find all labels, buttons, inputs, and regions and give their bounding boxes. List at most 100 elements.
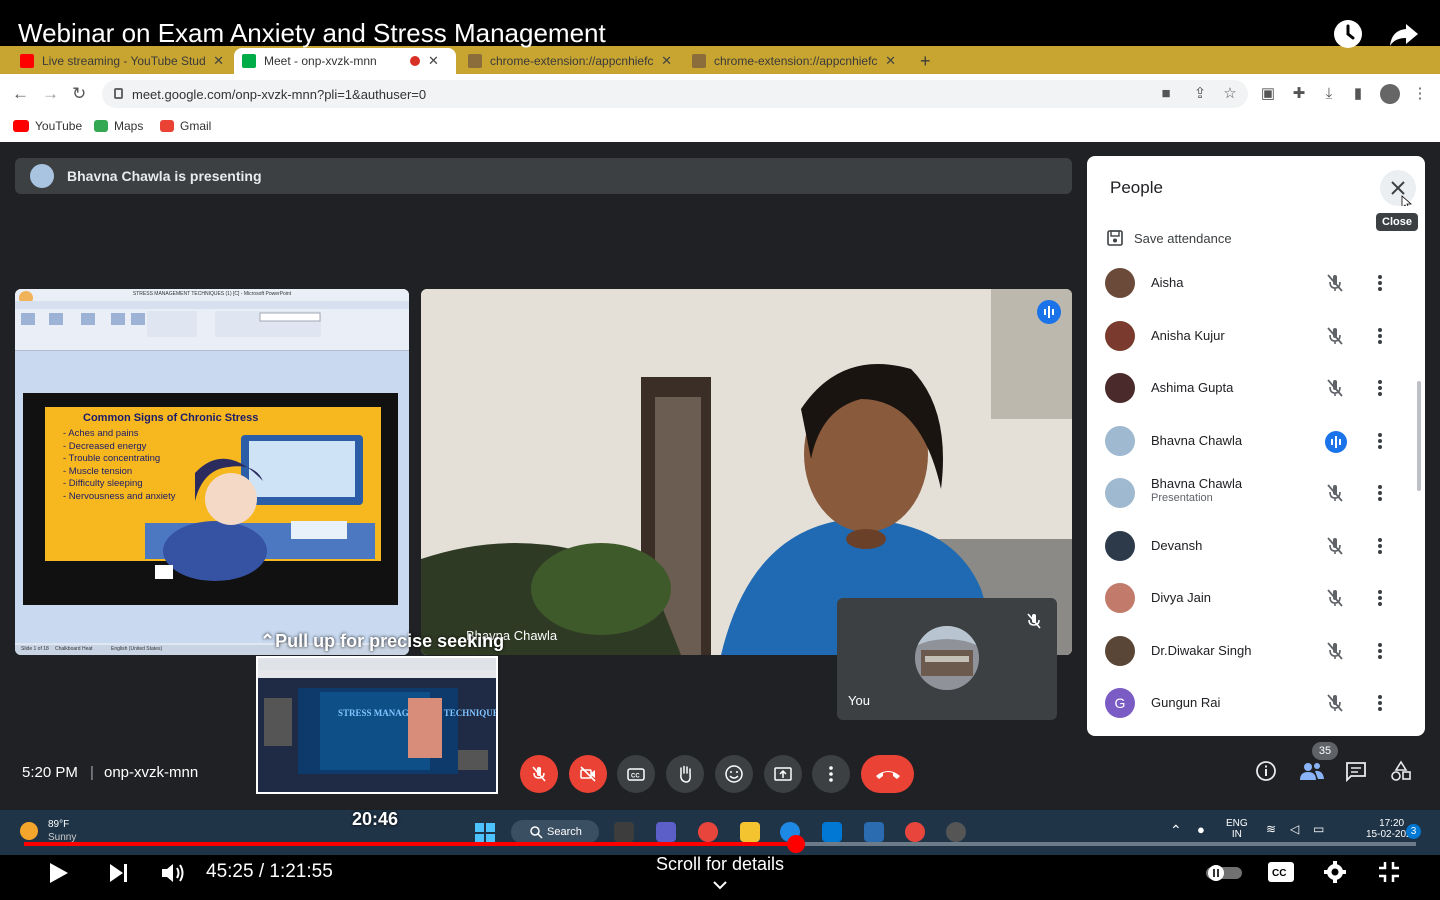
side-panel-icon[interactable]: ▮ bbox=[1350, 86, 1366, 102]
share-icon[interactable] bbox=[1388, 18, 1420, 50]
video-title[interactable]: Webinar on Exam Anxiety and Stress Manag… bbox=[18, 18, 606, 48]
volume-tray-icon[interactable]: ◁ bbox=[1290, 822, 1299, 836]
tab-extension-1[interactable]: chrome-extension://appcnhiefcic ✕ bbox=[460, 48, 680, 74]
chat-button[interactable] bbox=[1345, 760, 1367, 787]
tray-chevron-icon[interactable]: ⌃ bbox=[1170, 822, 1182, 839]
participant-row[interactable]: Bhavna Chawla bbox=[1087, 415, 1425, 467]
mic-off-icon[interactable] bbox=[1325, 588, 1345, 613]
bookmark-gmail[interactable]: Gmail bbox=[160, 119, 211, 133]
progress-bar-played[interactable] bbox=[24, 842, 796, 846]
participant-row[interactable]: Devansh bbox=[1087, 520, 1425, 572]
chrome-active-icon[interactable] bbox=[905, 822, 925, 842]
raise-hand-button[interactable] bbox=[666, 755, 704, 793]
activities-button[interactable] bbox=[1390, 760, 1412, 787]
participant-row[interactable]: Anisha Kujur bbox=[1087, 310, 1425, 362]
watch-later-icon[interactable] bbox=[1332, 18, 1364, 50]
more-vert-icon[interactable] bbox=[1373, 641, 1387, 666]
extension-icon[interactable]: ▣ bbox=[1260, 86, 1276, 102]
download-icon[interactable]: ⤓ bbox=[1321, 86, 1337, 102]
more-vert-icon[interactable] bbox=[1373, 378, 1387, 403]
presentation-tile[interactable]: STRESS MANAGEMENT TECHNIQUES (1) [C] - M… bbox=[15, 289, 409, 655]
wifi-icon[interactable]: ≋ bbox=[1266, 822, 1276, 836]
progress-scrubber[interactable] bbox=[787, 835, 805, 853]
bookmark-star-icon[interactable]: ☆ bbox=[1222, 86, 1238, 102]
menu-dots-icon[interactable]: ⋮ bbox=[1412, 86, 1428, 102]
participant-row[interactable]: G Gungun Rai bbox=[1087, 677, 1425, 729]
obs-icon[interactable] bbox=[946, 822, 966, 842]
camera-in-use-icon[interactable]: ■ bbox=[1158, 86, 1174, 102]
reload-button[interactable]: ↻ bbox=[72, 84, 86, 104]
notification-badge[interactable]: 3 bbox=[1406, 824, 1421, 839]
close-panel-button[interactable] bbox=[1380, 170, 1416, 210]
more-vert-icon[interactable] bbox=[1373, 693, 1387, 718]
url-text[interactable]: meet.google.com/onp-xvzk-mnn?pli=1&authu… bbox=[132, 87, 426, 102]
more-vert-icon[interactable] bbox=[1373, 588, 1387, 613]
participant-row[interactable]: Bhavna Chawla Presentation bbox=[1087, 467, 1425, 519]
mic-off-icon[interactable] bbox=[1325, 273, 1345, 298]
people-button[interactable] bbox=[1299, 760, 1325, 787]
present-screen-button[interactable] bbox=[764, 755, 802, 793]
participant-row[interactable]: Aisha bbox=[1087, 257, 1425, 309]
close-tab-icon[interactable]: ✕ bbox=[661, 53, 672, 69]
chevron-down-icon[interactable] bbox=[711, 878, 729, 896]
mic-toggle-button[interactable] bbox=[520, 755, 558, 793]
bookmark-youtube[interactable]: YouTube bbox=[13, 119, 82, 133]
save-attendance-button[interactable]: Save attendance bbox=[1106, 229, 1232, 247]
mic-off-icon[interactable] bbox=[1325, 378, 1345, 403]
camera-toggle-button[interactable] bbox=[569, 755, 607, 793]
address-bar[interactable]: meet.google.com/onp-xvzk-mnn?pli=1&authu… bbox=[102, 80, 1248, 108]
more-vert-icon[interactable] bbox=[1373, 326, 1387, 351]
tab-extension-2[interactable]: chrome-extension://appcnhiefcic ✕ bbox=[684, 48, 904, 74]
lock-icon[interactable] bbox=[114, 88, 123, 99]
more-vert-icon[interactable] bbox=[1373, 273, 1387, 298]
tab-meet[interactable]: Meet - onp-xvzk-mnn ✕ bbox=[234, 48, 456, 74]
self-view-tile[interactable]: You bbox=[837, 598, 1057, 720]
share-page-icon[interactable]: ⇪ bbox=[1192, 86, 1208, 102]
participant-row[interactable]: Dr.Diwakar Singh bbox=[1087, 625, 1425, 677]
new-tab-button[interactable]: + bbox=[912, 48, 940, 74]
task-view-icon[interactable] bbox=[614, 822, 634, 842]
teams-icon[interactable] bbox=[656, 822, 676, 842]
puzzle-extensions-icon[interactable]: ✚ bbox=[1291, 86, 1307, 102]
bookmark-maps[interactable]: Maps bbox=[94, 119, 143, 133]
store-icon[interactable] bbox=[864, 822, 884, 842]
panel-scrollbar[interactable] bbox=[1417, 381, 1421, 491]
more-vert-icon[interactable] bbox=[1373, 483, 1387, 508]
meeting-details-button[interactable] bbox=[1255, 760, 1277, 787]
mic-off-icon[interactable] bbox=[1325, 483, 1345, 508]
profile-avatar[interactable] bbox=[1380, 84, 1400, 104]
forward-button[interactable]: → bbox=[42, 84, 59, 104]
tab-youtube-studio[interactable]: Live streaming - YouTube Studio ✕ bbox=[12, 48, 232, 74]
captions-icon[interactable]: CC bbox=[1267, 861, 1295, 888]
more-vert-icon[interactable] bbox=[1373, 536, 1387, 561]
mic-off-icon[interactable] bbox=[1325, 326, 1345, 351]
language-indicator[interactable]: ENG IN bbox=[1226, 818, 1248, 840]
close-tab-icon[interactable]: ✕ bbox=[885, 53, 896, 69]
leave-call-button[interactable] bbox=[861, 755, 914, 793]
weather-sun-icon[interactable] bbox=[20, 822, 38, 840]
settings-icon[interactable] bbox=[1323, 860, 1347, 889]
participant-row[interactable]: Divya Jain bbox=[1087, 572, 1425, 624]
fullscreen-icon[interactable] bbox=[1377, 860, 1401, 889]
mic-off-icon[interactable] bbox=[1325, 536, 1345, 561]
participant-row[interactable]: Ashima Gupta bbox=[1087, 362, 1425, 414]
autoplay-toggle[interactable] bbox=[1204, 864, 1244, 887]
mic-off-icon[interactable] bbox=[1325, 641, 1345, 666]
close-tab-icon[interactable]: ✕ bbox=[213, 53, 224, 69]
captions-button[interactable]: CC bbox=[617, 755, 655, 793]
windows-start-icon[interactable] bbox=[474, 822, 496, 844]
mail-icon[interactable] bbox=[822, 822, 842, 842]
file-explorer-icon[interactable] bbox=[740, 822, 760, 842]
microphone-tray-icon[interactable]: ● bbox=[1197, 822, 1205, 837]
battery-icon[interactable]: ▭ bbox=[1313, 822, 1324, 836]
reactions-button[interactable] bbox=[715, 755, 753, 793]
more-options-button[interactable] bbox=[812, 755, 850, 793]
speaking-indicator-icon[interactable] bbox=[1325, 430, 1347, 458]
chrome-icon[interactable] bbox=[698, 822, 718, 842]
close-tab-icon[interactable]: ✕ bbox=[428, 53, 439, 69]
mic-off-icon[interactable] bbox=[1325, 693, 1345, 718]
taskbar-search[interactable]: Search bbox=[511, 820, 599, 844]
back-button[interactable]: ← bbox=[12, 84, 29, 104]
more-vert-icon[interactable] bbox=[1373, 431, 1387, 456]
weather-temperature[interactable]: 89°F bbox=[48, 819, 69, 830]
